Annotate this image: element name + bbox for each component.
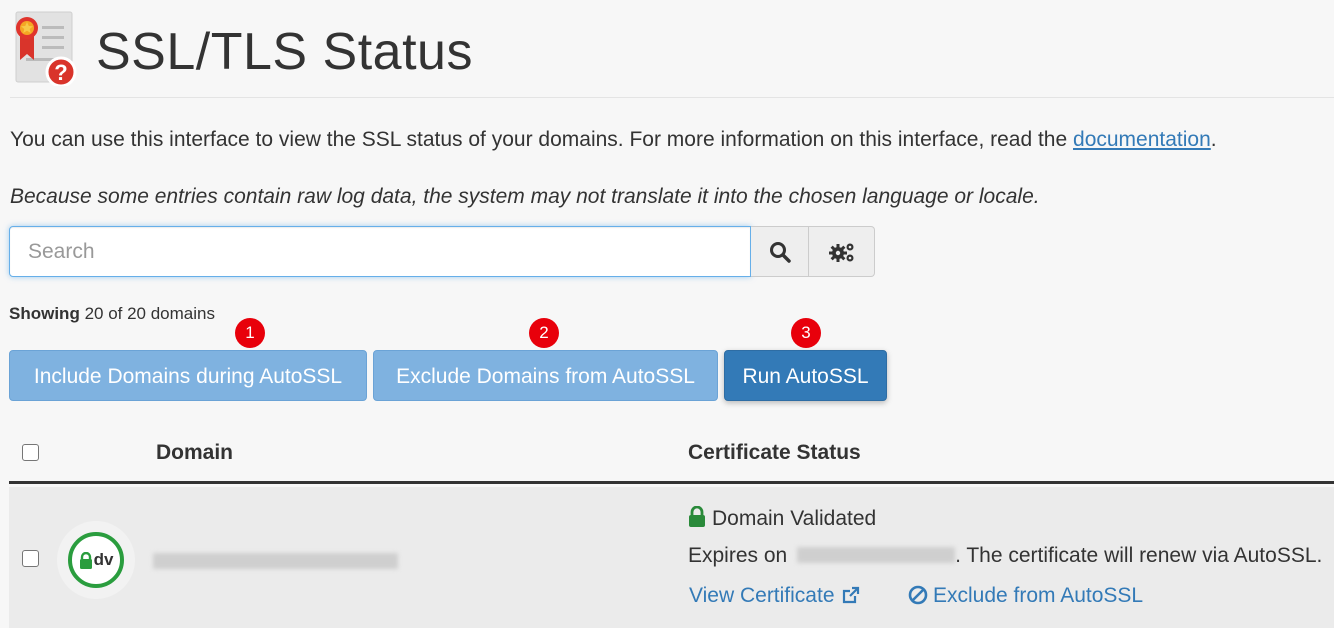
column-domain[interactable]: Domain xyxy=(156,441,233,465)
table-header: Domain Certificate Status xyxy=(9,428,1334,484)
ssl-certificate-status-icon: ? xyxy=(15,11,77,86)
search-input[interactable] xyxy=(9,226,751,277)
redacted-domain-name xyxy=(153,553,398,569)
select-all-checkbox[interactable] xyxy=(22,444,39,461)
table-row: dv Domain Validated Expires on . The cer… xyxy=(9,487,1334,628)
marker-1: 1 xyxy=(235,318,265,348)
expiry-text: Expires on . The certificate will renew … xyxy=(688,544,1323,567)
dv-label: dv xyxy=(93,550,114,569)
marker-2: 2 xyxy=(529,318,559,348)
marker-3: 3 xyxy=(791,318,821,348)
search-button[interactable] xyxy=(751,226,809,277)
locale-note: Because some entries contain raw log dat… xyxy=(10,185,1040,208)
svg-text:?: ? xyxy=(54,60,67,85)
documentation-link[interactable]: documentation xyxy=(1073,128,1211,151)
view-certificate-link[interactable]: View Certificate xyxy=(689,584,860,608)
intro-text: You can use this interface to view the S… xyxy=(10,128,1217,151)
include-domains-button[interactable]: Include Domains during AutoSSL xyxy=(9,350,367,401)
run-autossl-button[interactable]: Run AutoSSL xyxy=(724,350,887,401)
column-certificate-status[interactable]: Certificate Status xyxy=(688,441,861,465)
showing-count: Showing 20 of 20 domains xyxy=(9,304,215,323)
page-title: SSL/TLS Status xyxy=(96,23,473,81)
search-settings-button[interactable] xyxy=(809,226,875,277)
exclude-from-autossl-link[interactable]: Exclude from AutoSSL xyxy=(908,584,1143,608)
redacted-expiry-date xyxy=(797,547,956,563)
exclude-domains-button[interactable]: Exclude Domains from AutoSSL xyxy=(373,350,718,401)
gears-icon xyxy=(828,243,853,262)
lock-icon xyxy=(79,551,92,569)
row-checkbox[interactable] xyxy=(22,550,39,567)
page-header: ? SSL/TLS Status xyxy=(10,8,1334,98)
search-bar xyxy=(9,226,875,277)
certificate-status: Domain Validated xyxy=(688,505,876,531)
external-link-icon xyxy=(843,586,860,604)
ban-icon xyxy=(908,585,928,605)
lock-icon xyxy=(689,505,705,527)
search-icon xyxy=(769,241,791,263)
dv-badge: dv xyxy=(57,521,135,599)
